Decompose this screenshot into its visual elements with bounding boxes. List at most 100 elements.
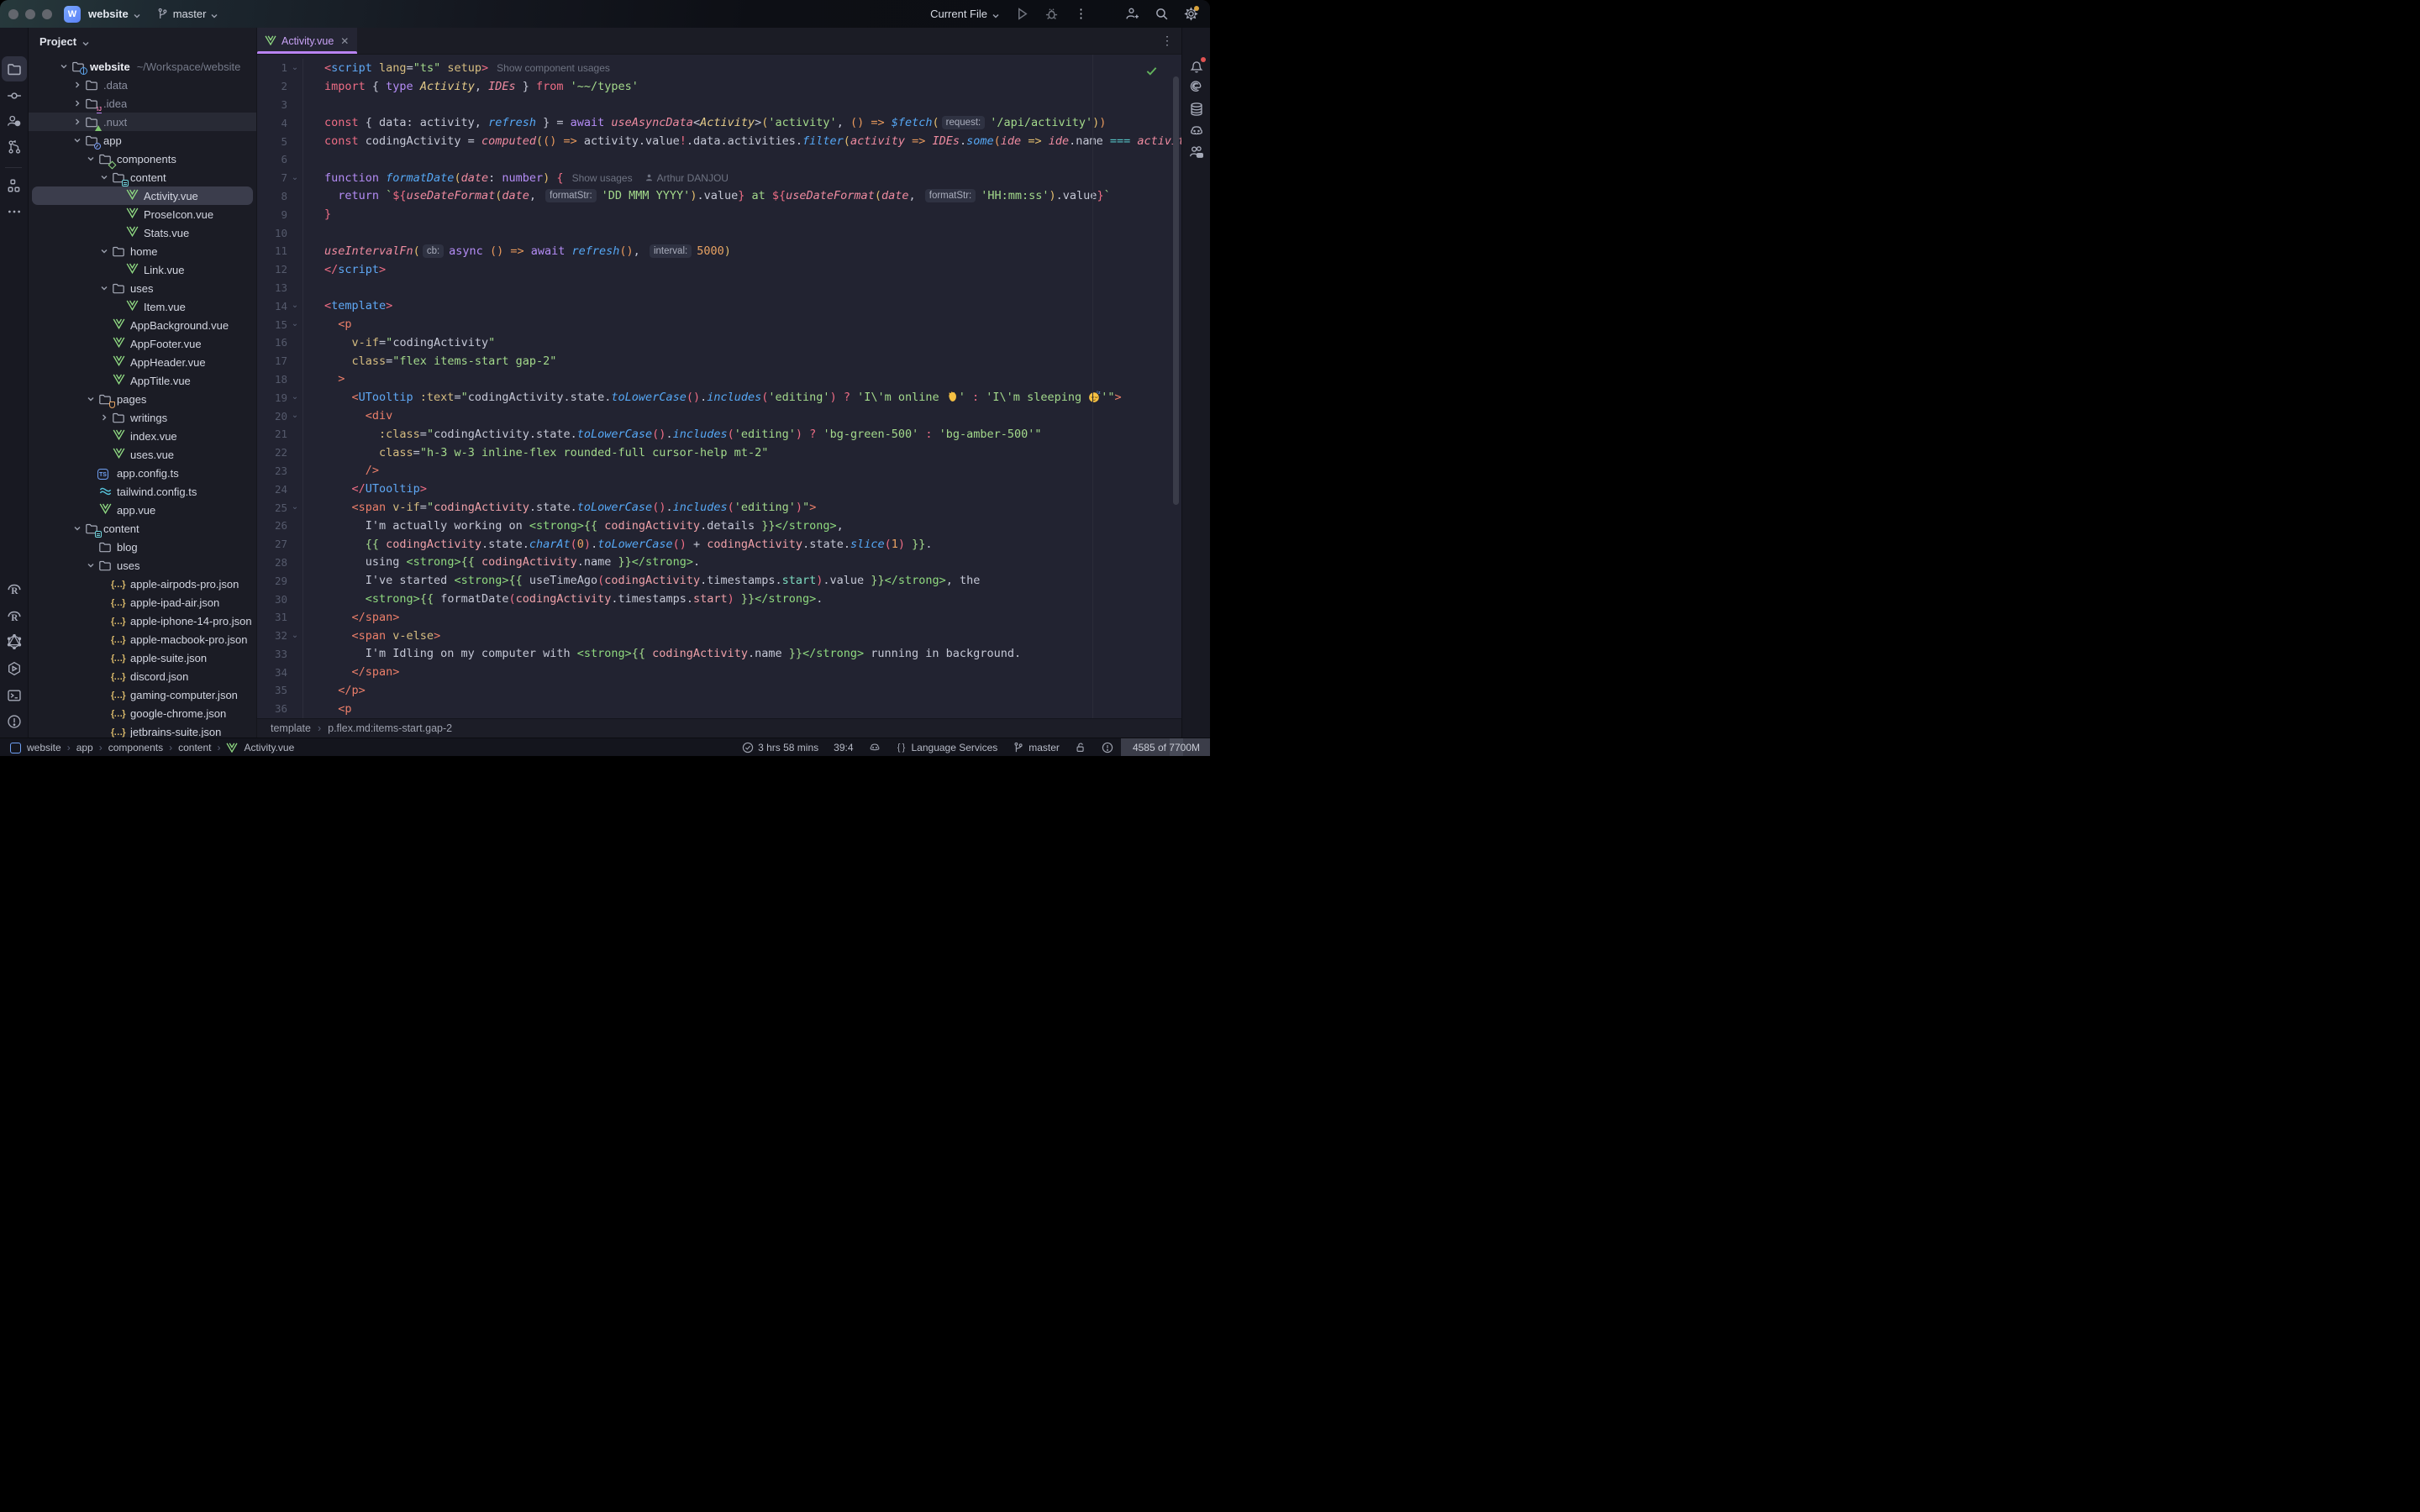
code-line-3[interactable]: 3 — [257, 96, 1181, 114]
code-line-8[interactable]: 8 return `${useDateFormat(date, formatSt… — [257, 187, 1181, 206]
minimize-window-button[interactable] — [25, 9, 35, 19]
r-plugin-2-icon[interactable]: R — [7, 608, 22, 623]
code-line-24[interactable]: 24 </UTooltip> — [257, 480, 1181, 498]
code-line-16[interactable]: 16 v-if="codingActivity" — [257, 333, 1181, 352]
parameter-inlay-hint[interactable]: cb: — [423, 244, 444, 258]
tree-item-uses[interactable]: uses — [29, 556, 256, 575]
tree-item-app-vue[interactable]: app.vue — [29, 501, 256, 519]
chevron-down-icon[interactable] — [97, 244, 111, 258]
code-line-32[interactable]: 32⌄ <span v-else> — [257, 627, 1181, 645]
code-line-17[interactable]: 17 class="flex items-start gap-2" — [257, 352, 1181, 370]
path-segment[interactable]: app — [76, 742, 93, 753]
file-writable-widget[interactable] — [1067, 738, 1094, 756]
tree-item-discord-json[interactable]: {…}discord.json — [29, 667, 256, 685]
chevron-right-icon[interactable] — [71, 78, 84, 92]
tree-item-apple-airpods-pro-json[interactable]: {…}apple-airpods-pro.json — [29, 575, 256, 593]
fold-arrow-icon[interactable]: ⌄ — [287, 302, 302, 310]
tree-item--nuxt[interactable]: .nuxt — [29, 113, 256, 131]
tree-item-jetbrains-suite-json[interactable]: {…}jetbrains-suite.json — [29, 722, 256, 738]
copilot-status-widget[interactable] — [861, 738, 888, 756]
fold-arrow-icon[interactable]: ⌄ — [287, 412, 302, 420]
chevron-down-icon[interactable] — [84, 559, 97, 572]
tree-item--idea[interactable]: IJ.idea — [29, 94, 256, 113]
parameter-inlay-hint[interactable]: formatStr: — [545, 189, 596, 202]
chevron-down-icon[interactable] — [84, 392, 97, 406]
tree-item-stats-vue[interactable]: Stats.vue — [29, 223, 256, 242]
tree-item-website[interactable]: website~/Workspace/website — [29, 57, 256, 76]
path-segment[interactable]: content — [178, 742, 211, 753]
tree-item-content[interactable]: content — [29, 168, 256, 186]
inspections-ok-icon[interactable] — [1145, 65, 1158, 77]
git-branch-widget[interactable]: master — [1005, 738, 1067, 756]
code-line-26[interactable]: 26 I'm actually working on <strong>{{ co… — [257, 517, 1181, 535]
tree-item-gaming-computer-json[interactable]: {…}gaming-computer.json — [29, 685, 256, 704]
project-panel-header[interactable]: Project — [29, 28, 256, 55]
caret-position-widget[interactable]: 39:4 — [826, 738, 860, 756]
tree-item-app[interactable]: app — [29, 131, 256, 150]
tree-item-apple-iphone-14-pro-json[interactable]: {…}apple-iphone-14-pro.json — [29, 612, 256, 630]
tree-item-appfooter-vue[interactable]: AppFooter.vue — [29, 334, 256, 353]
coding-time-widget[interactable]: 3 hrs 58 mins — [734, 738, 826, 756]
code-line-11[interactable]: 11useIntervalFn(cb:async () => await ref… — [257, 242, 1181, 260]
code-line-33[interactable]: 33 I'm Idling on my computer with <stron… — [257, 645, 1181, 664]
project-folder-icon[interactable] — [7, 61, 22, 76]
tree-item-apptitle-vue[interactable]: AppTitle.vue — [29, 371, 256, 390]
breadcrumb-template[interactable]: template — [271, 722, 311, 734]
code-line-15[interactable]: 15⌄ <p — [257, 315, 1181, 333]
chevron-down-icon[interactable] — [57, 60, 71, 73]
tree-item-activity-vue[interactable]: Activity.vue — [32, 186, 253, 205]
copilot-icon[interactable] — [1189, 123, 1204, 139]
event-log-widget[interactable] — [1094, 738, 1121, 756]
fold-arrow-icon[interactable]: ⌄ — [287, 632, 302, 640]
tree-item-link-vue[interactable]: Link.vue — [29, 260, 256, 279]
parameter-inlay-hint[interactable]: request: — [942, 116, 986, 129]
code-line-1[interactable]: 1⌄<script lang="ts" setup>Show component… — [257, 59, 1181, 77]
project-selector[interactable]: website — [88, 8, 141, 20]
code-line-6[interactable]: 6 — [257, 150, 1181, 169]
code-line-31[interactable]: 31 </span> — [257, 608, 1181, 627]
memory-indicator[interactable]: 4585 of 7700M — [1121, 738, 1210, 756]
path-segment[interactable]: Activity.vue — [244, 742, 294, 753]
code-with-me-button[interactable] — [1125, 7, 1139, 21]
usages-inlay-hint[interactable]: Show usages — [572, 172, 633, 184]
chevron-down-icon[interactable] — [71, 522, 84, 535]
code-line-36[interactable]: 36 <p — [257, 700, 1181, 718]
tab-activity-vue[interactable]: Activity.vue ✕ — [257, 28, 357, 54]
close-icon[interactable]: ✕ — [340, 35, 349, 47]
tree-item-uses-vue[interactable]: uses.vue — [29, 445, 256, 464]
code-line-29[interactable]: 29 I've started <strong>{{ useTimeAgo(co… — [257, 571, 1181, 590]
tree-item-blog[interactable]: blog — [29, 538, 256, 556]
code-line-30[interactable]: 30 <strong>{{ formatDate(codingActivity.… — [257, 590, 1181, 608]
people-question-icon[interactable]: ? — [7, 113, 22, 129]
code-line-35[interactable]: 35 </p> — [257, 681, 1181, 700]
path-segment[interactable]: website — [27, 742, 61, 753]
editor-scrollbar[interactable] — [1173, 76, 1179, 505]
graphql-icon[interactable] — [7, 634, 22, 649]
ai-assistant-icon[interactable] — [1189, 79, 1204, 94]
tree-item-app-config-ts[interactable]: TSapp.config.ts — [29, 464, 256, 482]
debug-button[interactable] — [1044, 7, 1059, 21]
code-line-5[interactable]: 5const codingActivity = computed(() => a… — [257, 132, 1181, 150]
code-editor[interactable]: 1⌄<script lang="ts" setup>Show component… — [257, 55, 1181, 718]
language-services-widget[interactable]: { } Language Services — [888, 738, 1006, 756]
code-line-10[interactable]: 10 — [257, 223, 1181, 242]
parameter-inlay-hint[interactable]: formatStr: — [925, 189, 976, 202]
close-window-button[interactable] — [8, 9, 18, 19]
code-line-12[interactable]: 12</script> — [257, 260, 1181, 279]
chevron-down-icon[interactable] — [97, 281, 111, 295]
tree-item-home[interactable]: home — [29, 242, 256, 260]
tree-item-components[interactable]: components — [29, 150, 256, 168]
code-line-34[interactable]: 34 </span> — [257, 663, 1181, 681]
path-segment[interactable]: components — [108, 742, 163, 753]
code-line-13[interactable]: 13 — [257, 279, 1181, 297]
chevron-right-icon[interactable] — [97, 411, 111, 424]
search-everywhere-button[interactable] — [1155, 7, 1169, 21]
tree-item-uses[interactable]: uses — [29, 279, 256, 297]
tree-item-index-vue[interactable]: index.vue — [29, 427, 256, 445]
tree-item-appheader-vue[interactable]: AppHeader.vue — [29, 353, 256, 371]
code-line-22[interactable]: 22 class="h-3 w-3 inline-flex rounded-fu… — [257, 444, 1181, 462]
fold-arrow-icon[interactable]: ⌄ — [287, 503, 302, 512]
window-controls[interactable] — [8, 9, 52, 19]
code-line-4[interactable]: 4const { data: activity, refresh } = awa… — [257, 113, 1181, 132]
fold-arrow-icon[interactable]: ⌄ — [287, 174, 302, 182]
